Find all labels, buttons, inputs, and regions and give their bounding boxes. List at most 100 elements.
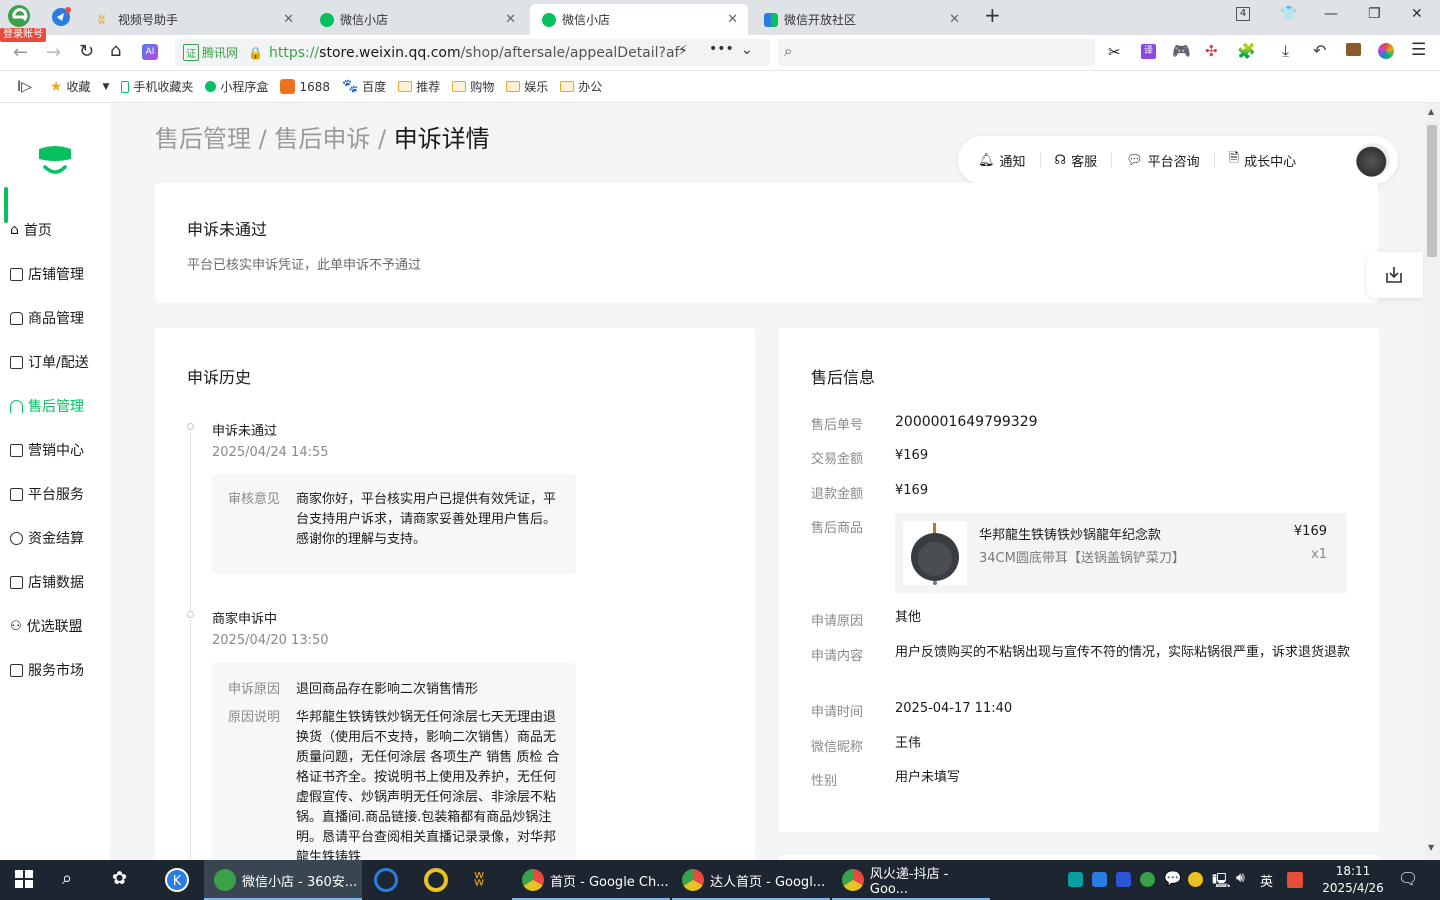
restore-button[interactable]: ❐: [1368, 6, 1381, 22]
bookmark-baidu[interactable]: 🐾 百度: [342, 78, 386, 95]
scroll-thumb[interactable]: [1427, 125, 1437, 257]
pinned-app-icon[interactable]: [50, 6, 72, 28]
scroll-down-icon[interactable]: ▼: [1428, 843, 1434, 852]
bookmark-1688[interactable]: 1688: [280, 79, 330, 94]
puzzle-icon[interactable]: 🧩: [1237, 42, 1256, 60]
scroll-up-icon[interactable]: ▲: [1428, 107, 1434, 116]
taskbar-app-chrome-douyin[interactable]: 风火递-抖店 - Goo...: [832, 860, 990, 900]
forward-button[interactable]: →: [46, 42, 61, 63]
circle-app-icon[interactable]: [424, 868, 448, 892]
sidebar-item-home[interactable]: ⌂ 首页: [10, 220, 52, 240]
bookmark-mini-program[interactable]: 小程序盒: [205, 78, 268, 95]
volume-icon[interactable]: 🔊︎: [1236, 870, 1245, 886]
sidebar-item-orders[interactable]: 订单/配送: [10, 352, 89, 372]
ai-icon[interactable]: AI: [142, 44, 158, 60]
new-tab-button[interactable]: +: [984, 3, 1001, 27]
notify-button[interactable]: 🔔︎ 通知: [958, 152, 1041, 170]
support-button[interactable]: ☊ 客服: [1041, 152, 1113, 170]
tray-app-icon[interactable]: [1140, 872, 1155, 887]
clock[interactable]: 18:11 2025/4/26: [1318, 863, 1388, 897]
taskbar-app-label: 首页 - Google Ch...: [550, 874, 669, 890]
home-button[interactable]: ⌂: [110, 40, 121, 61]
sidebar-item-aftersale[interactable]: 售后管理: [10, 396, 84, 416]
k-app-icon[interactable]: K: [165, 868, 189, 892]
w-app-icon[interactable]: ʬ: [474, 866, 484, 890]
menu-icon[interactable]: ☰: [1411, 40, 1426, 60]
taskbar-app-chrome-talent[interactable]: 达人首页 - Googl...: [672, 860, 830, 900]
tab-close-icon[interactable]: ✕: [727, 12, 738, 27]
close-window-button[interactable]: ✕: [1411, 6, 1423, 22]
sidebar-item-platform-service[interactable]: 平台服务: [10, 484, 84, 504]
tray-app-icon[interactable]: [1188, 872, 1203, 887]
notification-icon[interactable]: 🗨: [1398, 869, 1418, 888]
refresh-button[interactable]: ↻: [79, 41, 94, 62]
taskbar-app-360-browser[interactable]: 微信小店 - 360安...: [204, 860, 362, 900]
sidebar-item-settlement[interactable]: 资金结算: [10, 528, 84, 548]
address-bar[interactable]: 证 腾讯网 🔒 https:// store.weixin.qq.com /sh…: [175, 39, 770, 66]
windows-start-icon[interactable]: [15, 870, 33, 888]
undo-icon[interactable]: ↶: [1313, 41, 1326, 60]
bookmark-folder-entertainment[interactable]: 娱乐: [506, 78, 548, 95]
sidebar-item-alliance[interactable]: ⚇ 优选联盟: [10, 616, 83, 636]
consult-button[interactable]: 💬︎ 平台咨询: [1112, 152, 1215, 170]
export-button[interactable]: [1367, 252, 1423, 298]
sidebar-item-store-data[interactable]: 店铺数据: [10, 572, 84, 592]
bookmark-favorites[interactable]: ★ 收藏 ▼: [50, 78, 110, 95]
bookmark-folder-recommend[interactable]: 推荐: [398, 78, 440, 95]
taskbar-app-chrome-home[interactable]: 首页 - Google Ch...: [512, 860, 670, 900]
extension-dots-icon[interactable]: ✣: [1205, 42, 1218, 60]
tab-weixin-store-2[interactable]: 微信小店 ✕: [530, 4, 748, 35]
more-icon[interactable]: •••: [709, 41, 734, 57]
download-icon[interactable]: ⤓: [1282, 41, 1289, 61]
download-icon: [1386, 267, 1402, 283]
game-icon[interactable]: 🎮: [1172, 42, 1191, 60]
sidebar-item-marketing[interactable]: 营销中心: [10, 440, 84, 460]
ime-indicator[interactable]: 英: [1260, 871, 1273, 890]
network-icon[interactable]: 🖳: [1212, 870, 1231, 894]
translate-icon[interactable]: 译: [1141, 44, 1156, 59]
skin-icon[interactable]: 👕: [1280, 6, 1297, 22]
sidebar-item-products[interactable]: 商品管理: [10, 308, 84, 328]
briefcase-icon[interactable]: [1346, 43, 1361, 56]
tab-close-icon[interactable]: ✕: [283, 12, 294, 27]
task-view-icon[interactable]: ✿: [112, 868, 127, 889]
search-input[interactable]: ⌕: [778, 39, 1095, 66]
sidebar-item-store[interactable]: 店铺管理: [10, 264, 84, 284]
store-logo-icon[interactable]: [36, 145, 74, 181]
tab-video-assistant[interactable]: ʬ 视频号助手 ✕: [86, 4, 304, 35]
bookmark-folder-shopping[interactable]: 购物: [452, 78, 494, 95]
s-app-icon[interactable]: [1287, 872, 1303, 888]
avatar[interactable]: [1356, 143, 1390, 177]
growth-center-button[interactable]: 🗎 成长中心: [1215, 151, 1310, 170]
search-app-icon[interactable]: [374, 868, 398, 892]
bookmark-folder-office[interactable]: 办公: [560, 78, 602, 95]
tab-close-icon[interactable]: ✕: [505, 12, 516, 27]
tab-close-icon[interactable]: ✕: [949, 12, 960, 27]
bookmark-mobile-favorites[interactable]: 手机收藏夹: [121, 78, 193, 95]
page-scrollbar[interactable]: ▲ ▼: [1425, 103, 1440, 860]
browser-logo-icon[interactable]: [4, 3, 34, 29]
tray-app-icon[interactable]: [1092, 872, 1107, 887]
tray-app-icon[interactable]: [1068, 872, 1083, 887]
breadcrumb-appeal[interactable]: 售后申诉: [274, 125, 370, 153]
goods-item[interactable]: 华邦龍生铁铸铁炒锅龍年纪念款 34CM圆底带耳【送锅盖锅铲菜刀】 ¥169 x1: [895, 513, 1347, 593]
search-icon[interactable]: ⌕: [62, 868, 72, 889]
minimize-button[interactable]: —: [1324, 6, 1338, 22]
login-account-badge[interactable]: 登录账号: [0, 28, 46, 42]
back-button[interactable]: ←: [13, 42, 28, 63]
color-wheel-icon[interactable]: [1378, 43, 1394, 59]
tab-weixin-store-1[interactable]: 微信小店 ✕: [308, 4, 526, 35]
breadcrumb-aftersale[interactable]: 售后管理: [155, 125, 251, 153]
tab-count-badge[interactable]: 4: [1236, 7, 1250, 21]
chevron-down-icon[interactable]: ⌄: [741, 42, 753, 58]
lightning-icon[interactable]: ⚡: [678, 43, 688, 59]
sidebar-item-market[interactable]: 服务市场: [10, 660, 84, 680]
sidebar-toggle-icon[interactable]: I▷: [17, 79, 32, 95]
tab-weixin-open-community[interactable]: 微信开放社区 ✕: [752, 4, 970, 35]
scissors-icon[interactable]: ✂: [1108, 43, 1121, 61]
taskbar-app-label: 达人首页 - Googl...: [710, 874, 826, 890]
caret-down-icon[interactable]: ▼: [102, 82, 109, 92]
tray-app-icon[interactable]: [1116, 872, 1131, 887]
1688-icon: [280, 79, 296, 94]
wechat-tray-icon[interactable]: 💬: [1164, 871, 1181, 887]
